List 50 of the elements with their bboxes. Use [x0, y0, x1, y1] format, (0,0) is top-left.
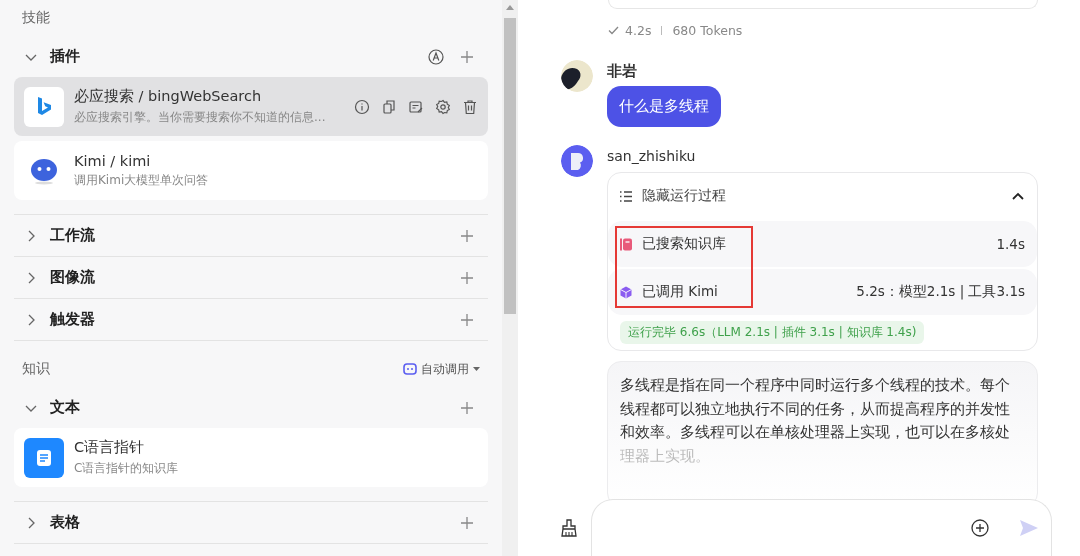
token-count: 680 Tokens [672, 23, 743, 38]
section-title[interactable]: 插件 [50, 47, 416, 66]
section-title[interactable]: 图像流 [50, 268, 448, 287]
card-title: 必应搜索 / bingWebSearch [74, 87, 263, 106]
auto-call-dropdown[interactable]: 自动调用 [403, 360, 480, 378]
section-title[interactable]: 工作流 [50, 226, 448, 245]
book-icon [620, 237, 632, 251]
bot-name: san_zhishiku [607, 147, 697, 166]
caret-down-icon [473, 367, 480, 371]
add-circle-icon[interactable] [971, 519, 989, 537]
document-icon [24, 437, 64, 478]
run-summary-badge: 运行完毕 6.6s（LLM 2.1s | 插件 3.1s | 知识库 1.4s) [620, 321, 925, 344]
step-label: 已调用 Kimi [642, 283, 719, 301]
process-toggle[interactable]: 隐藏运行过程 [608, 173, 1037, 219]
auto-mode-icon[interactable] [428, 48, 444, 65]
card-title: C语言指针 [74, 438, 146, 457]
delete-icon[interactable] [462, 98, 478, 115]
user-avatar[interactable] [561, 60, 593, 92]
group-title: 知识 [22, 360, 50, 378]
group-title: 技能 [22, 9, 50, 27]
step-label: 已搜索知识库 [642, 235, 727, 253]
response-time: 4.2s [625, 23, 652, 38]
user-message: 什么是多线程 [607, 86, 721, 127]
robot-icon [403, 363, 417, 375]
bot-avatar[interactable] [561, 145, 593, 177]
broom-icon[interactable] [561, 518, 577, 537]
card-description: 调用Kimi大模型单次问答 [74, 171, 210, 189]
list-icon [620, 190, 632, 202]
section-title[interactable]: 文本 [50, 398, 448, 417]
settings-icon[interactable] [435, 98, 451, 115]
skill-card[interactable]: Kimi / kimi 调用Kimi大模型单次问答 [14, 141, 488, 200]
section-title[interactable]: 表格 [50, 513, 448, 532]
skill-card[interactable]: C语言指针 C语言指针的知识库 [14, 428, 488, 487]
step-time: 1.4s [996, 236, 1025, 252]
message-input[interactable] [591, 499, 1052, 556]
card-title: Kimi / kimi [74, 152, 152, 169]
bing-logo-icon [24, 86, 64, 127]
skill-card[interactable]: 必应搜索 / bingWebSearch 必应搜索引擎。当你需要搜索你不知道的信息... [14, 77, 488, 136]
card-description: 必应搜索引擎。当你需要搜索你不知道的信息... [74, 109, 327, 126]
info-icon[interactable] [354, 98, 370, 115]
step-time: 5.2s：模型2.1s | 工具3.1s [856, 283, 1025, 301]
user-name: 非岩 [607, 61, 638, 82]
section-title[interactable]: 触发器 [50, 310, 448, 329]
card-description: C语言指针的知识库 [74, 460, 180, 477]
edit-icon[interactable] [408, 98, 424, 115]
scrollbar[interactable] [502, 0, 518, 556]
cube-icon [620, 285, 632, 299]
chevron-up-icon [1011, 191, 1025, 201]
copy-icon[interactable] [381, 98, 397, 115]
check-icon [608, 26, 619, 35]
